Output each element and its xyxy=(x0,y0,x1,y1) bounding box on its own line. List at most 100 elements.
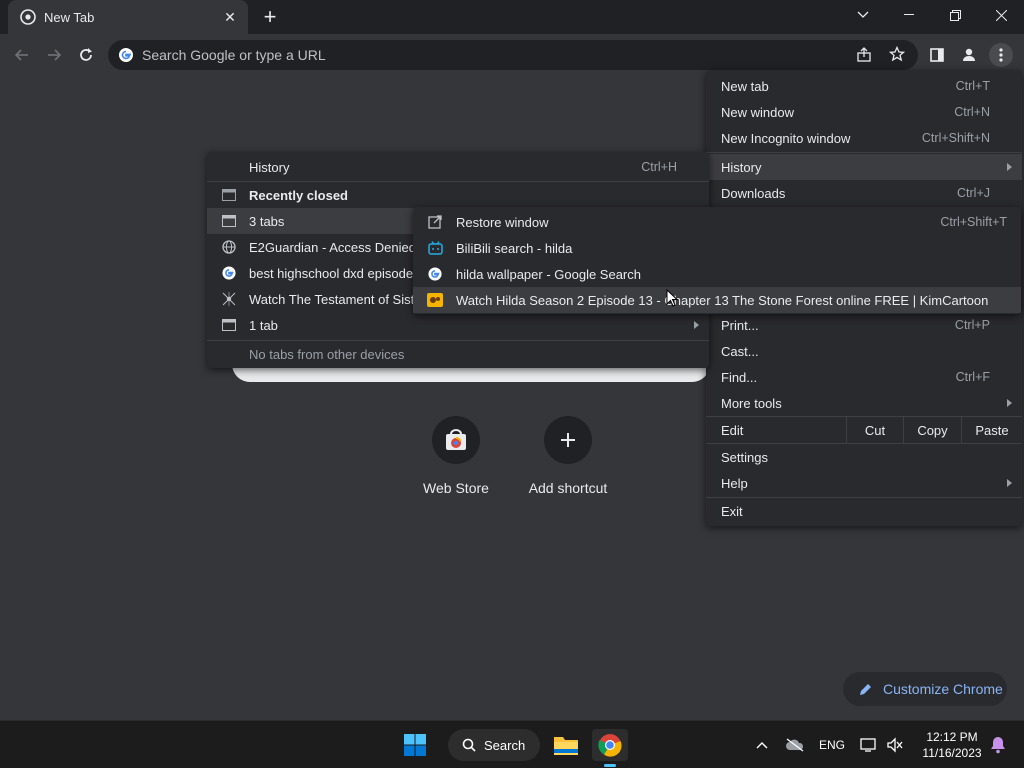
menu-shortcut: Ctrl+N xyxy=(954,105,990,119)
windows-taskbar: Search ENG 12:12 PM 11/16/2023 xyxy=(0,720,1024,768)
restore-window-item[interactable]: Restore window Ctrl+Shift+T xyxy=(413,209,1021,235)
pencil-icon xyxy=(860,684,871,695)
menu-shortcut: Ctrl+T xyxy=(955,79,990,93)
open-external-icon xyxy=(427,214,443,230)
menu-item-exit[interactable]: Exit xyxy=(706,498,1022,524)
omnibox-input[interactable] xyxy=(142,47,742,63)
menu-label: Settings xyxy=(721,449,768,465)
shortcut-add[interactable]: Add shortcut xyxy=(512,416,624,496)
chrome-taskbar-icon[interactable] xyxy=(592,729,628,767)
history-item-1-tab[interactable]: 1 tab xyxy=(207,312,709,338)
bookmark-star-icon[interactable] xyxy=(888,45,906,65)
side-panel-icon[interactable] xyxy=(925,43,949,67)
menu-edit-row: Edit Cut Copy Paste xyxy=(706,417,1022,443)
tab-icon xyxy=(221,187,237,203)
closed-tab-kimcartoon[interactable]: Watch Hilda Season 2 Episode 13 - Chapte… xyxy=(413,287,1021,313)
recently-closed-heading: Recently closed xyxy=(207,182,709,208)
menu-item-more-tools[interactable]: More tools xyxy=(706,390,1022,416)
recently-closed-label: Recently closed xyxy=(249,187,348,203)
close-window-icon[interactable] xyxy=(978,0,1024,30)
taskbar-clock[interactable]: 12:12 PM 11/16/2023 xyxy=(916,729,988,761)
menu-label: Print... xyxy=(721,317,759,333)
cut-button[interactable]: Cut xyxy=(846,417,903,443)
back-icon[interactable] xyxy=(10,43,34,67)
volume-muted-icon[interactable] xyxy=(884,733,906,757)
paste-button[interactable]: Paste xyxy=(961,417,1022,443)
reload-icon[interactable] xyxy=(74,43,98,67)
menu-item-new-tab[interactable]: New tab Ctrl+T xyxy=(706,73,1022,99)
mouse-cursor-icon xyxy=(666,289,678,307)
plus-icon xyxy=(561,433,575,447)
menu-kebab-icon[interactable] xyxy=(989,43,1013,67)
omnibox[interactable] xyxy=(108,40,918,70)
site-icon xyxy=(221,291,237,307)
menu-item-history[interactable]: History xyxy=(706,154,1022,180)
submenu-arrow-icon xyxy=(694,321,699,329)
menu-label: BiliBili search - hilda xyxy=(456,240,573,256)
menu-label: Watch The Testament of Sister xyxy=(249,291,426,307)
menu-item-cast[interactable]: Cast... xyxy=(706,338,1022,364)
chrome-icon xyxy=(20,9,36,25)
closed-tab-bilibili[interactable]: BiliBili search - hilda xyxy=(413,235,1021,261)
new-tab-button[interactable]: + xyxy=(258,4,282,29)
menu-label: Find... xyxy=(721,369,758,385)
close-tab-icon[interactable]: ✕ xyxy=(222,9,238,25)
closed-tabs-submenu: Restore window Ctrl+Shift+T BiliBili sea… xyxy=(413,207,1021,314)
windows-start-icon[interactable] xyxy=(397,729,433,761)
menu-item-print[interactable]: Print... Ctrl+P xyxy=(706,312,1022,338)
tab-title: New Tab xyxy=(44,9,95,25)
menu-item-downloads[interactable]: Downloads Ctrl+J xyxy=(706,180,1022,206)
minimize-icon[interactable] xyxy=(886,0,932,30)
customize-chrome-button[interactable]: Customize Chrome xyxy=(843,672,1007,706)
kimcartoon-icon xyxy=(427,292,443,308)
menu-label: More tools xyxy=(721,395,782,411)
language-indicator[interactable]: ENG xyxy=(816,733,848,757)
taskbar-search-button[interactable]: Search xyxy=(448,729,540,761)
restore-icon[interactable] xyxy=(932,0,978,30)
shortcut-web-store[interactable]: Web Store xyxy=(400,416,512,496)
show-hidden-icons-chevron-icon[interactable] xyxy=(752,733,772,757)
onedrive-offline-icon[interactable] xyxy=(784,733,806,757)
shortcut-icon-circle xyxy=(432,416,480,464)
menu-label: Exit xyxy=(721,503,743,519)
menu-label: New Incognito window xyxy=(721,130,851,146)
menu-item-find[interactable]: Find... Ctrl+F xyxy=(706,364,1022,390)
window-icon xyxy=(221,317,237,333)
menu-label: Help xyxy=(721,475,748,491)
share-icon[interactable] xyxy=(856,47,872,66)
submenu-arrow-icon xyxy=(1007,399,1012,407)
web-store-icon xyxy=(446,429,466,450)
menu-label: New tab xyxy=(721,78,769,94)
menu-label: E2Guardian - Access Denied xyxy=(249,239,416,255)
customize-label: Customize Chrome xyxy=(883,681,1003,697)
bilibili-icon xyxy=(427,240,443,256)
menu-item-settings[interactable]: Settings xyxy=(706,444,1022,470)
submenu-arrow-icon xyxy=(1007,479,1012,487)
search-icon xyxy=(462,738,476,752)
tab-search-icon[interactable] xyxy=(840,0,886,30)
globe-icon xyxy=(221,239,237,255)
menu-shortcut: Ctrl+H xyxy=(641,160,677,174)
menu-item-new-window[interactable]: New window Ctrl+N xyxy=(706,99,1022,125)
edit-label: Edit xyxy=(721,422,744,438)
history-item-history[interactable]: History Ctrl+H xyxy=(207,154,709,180)
clock-date: 11/16/2023 xyxy=(922,746,982,760)
menu-label: 1 tab xyxy=(249,317,278,333)
clock-time: 12:12 PM xyxy=(926,730,978,744)
notification-bell-icon[interactable] xyxy=(988,733,1008,757)
active-indicator xyxy=(604,764,616,767)
forward-icon[interactable] xyxy=(42,43,66,67)
network-icon[interactable] xyxy=(858,733,880,757)
menu-item-new-incognito[interactable]: New Incognito window Ctrl+Shift+N xyxy=(706,125,1022,151)
file-explorer-icon[interactable] xyxy=(548,729,584,761)
google-icon xyxy=(427,266,443,282)
menu-item-help[interactable]: Help xyxy=(706,470,1022,496)
no-tabs-label: No tabs from other devices xyxy=(249,346,405,362)
profile-icon[interactable] xyxy=(957,43,981,67)
tab-new-tab[interactable]: New Tab ✕ xyxy=(8,0,248,34)
menu-shortcut: Ctrl+Shift+N xyxy=(921,131,990,145)
shortcut-icon-circle xyxy=(544,416,592,464)
submenu-arrow-icon xyxy=(1007,163,1012,171)
closed-tab-hilda-wallpaper[interactable]: hilda wallpaper - Google Search xyxy=(413,261,1021,287)
copy-button[interactable]: Copy xyxy=(903,417,961,443)
